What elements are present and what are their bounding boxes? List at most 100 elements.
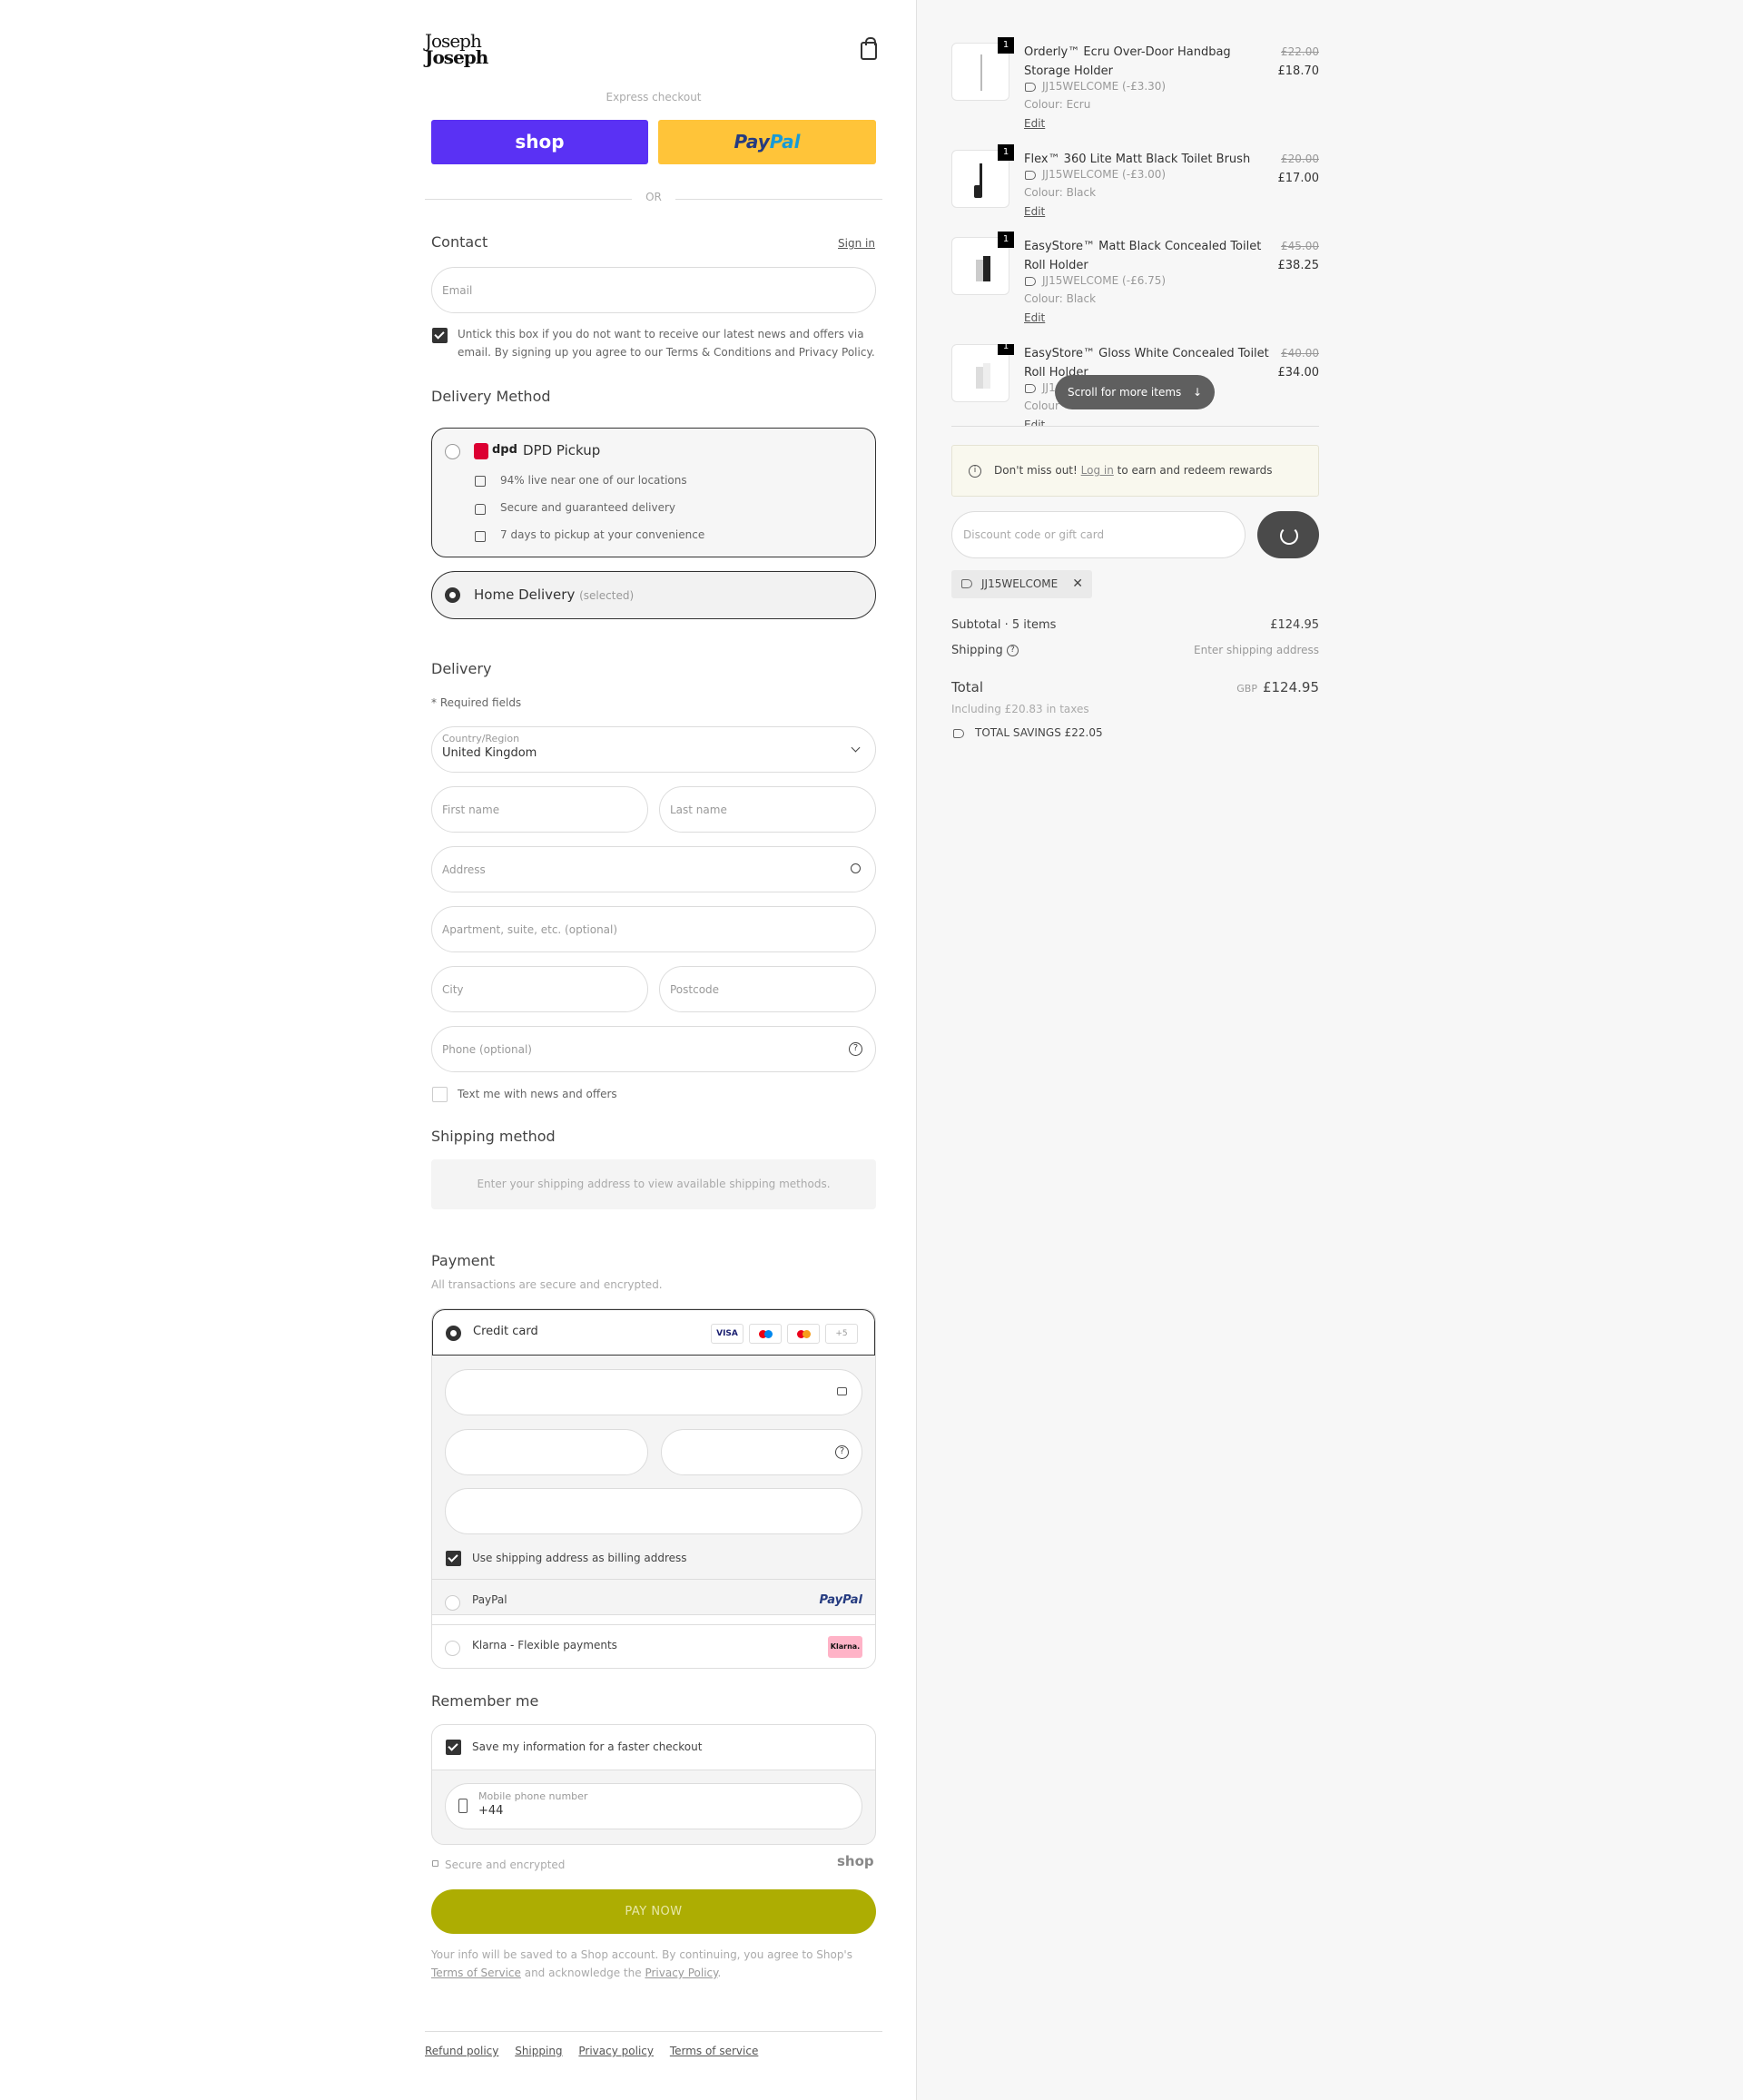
item-price: £40.00 £34.00 [1277,347,1320,380]
paypal-option[interactable]: PayPal PayPal [432,1579,875,1624]
item-colour: Colour: Black [1024,186,1097,199]
country-select[interactable]: Country/Region United Kingdom [431,726,876,773]
visa-icon: VISA [711,1324,743,1344]
card-number-field[interactable] [445,1369,862,1415]
expiry-field[interactable] [445,1429,648,1475]
cart-bag-icon[interactable] [861,37,877,60]
item-price: £45.00 £38.25 [1277,240,1320,272]
terms-of-service-footer-link[interactable]: Terms of service [670,2045,759,2057]
apartment-field[interactable]: Apartment, suite, etc. (optional) [431,906,876,952]
total-savings: TOTAL SAVINGS £22.05 [951,726,1319,739]
klarna-radio[interactable] [445,1641,460,1656]
item-price: £20.00 £17.00 [1277,153,1320,185]
help-icon[interactable]: ? [1006,645,1019,656]
shipping-link[interactable]: Shipping [515,2045,562,2057]
tag-icon [1025,171,1036,180]
refund-policy-link[interactable]: Refund policy [425,2045,498,2057]
city-field[interactable]: City [431,966,648,1012]
klarna-option[interactable]: Klarna - Flexible payments Klarna. [432,1624,875,1668]
delivery-method-heading: Delivery Method [431,388,551,405]
required-note: * Required fields [431,696,522,709]
mastercard-icon [787,1324,820,1344]
marketing-checkbox[interactable] [432,328,448,343]
legal-text: Your info will be saved to a Shop accoun… [431,1948,852,1979]
edit-item-link[interactable]: Edit [1024,205,1045,218]
quantity-badge: 1 [998,232,1014,248]
item-colour: Colour: Black [1024,292,1097,305]
edit-item-link[interactable]: Edit [1024,117,1045,130]
help-icon[interactable]: ? [849,1042,862,1056]
address-field[interactable]: Address [431,846,876,892]
cart-item: 1 EasyStore™ Matt Black Concealed Toilet… [951,232,1320,337]
dpd-pickup-radio[interactable] [445,444,460,459]
save-info-row[interactable]: Save my information for a faster checkou… [432,1725,875,1770]
billing-same-checkbox[interactable] [446,1551,461,1566]
scroll-more-button[interactable]: Scroll for more items ↓ [1055,375,1215,409]
pickup-feature: Secure and guaranteed delivery [500,501,676,514]
lock-icon [837,1387,847,1395]
pay-now-button[interactable]: PAY NOW [431,1889,876,1934]
security-code-field[interactable]: ? [661,1429,862,1475]
payment-heading: Payment [431,1252,496,1269]
shipping-method-info: Enter your shipping address to view avai… [431,1159,876,1209]
discount-code-input[interactable]: Discount code or gift card [951,511,1246,558]
save-info-checkbox[interactable] [446,1740,461,1755]
home-delivery-label: Home Delivery (selected) [474,587,635,603]
remember-me-box: Save my information for a faster checkou… [431,1724,876,1845]
sms-checkbox[interactable] [432,1087,448,1102]
shop-mark: shop [837,1853,874,1869]
product-name: Orderly™ Ecru Over-Door Handbag Storage … [1024,45,1231,78]
marketing-text: Untick this box if you do not want to re… [458,328,875,359]
postcode-field[interactable]: Postcode [659,966,876,1012]
remove-discount-icon[interactable]: ✕ [1072,570,1083,598]
arrow-down-icon: ↓ [1192,386,1202,399]
paypal-express-button[interactable]: PayPal [658,120,876,164]
rewards-login-link[interactable]: Log in [1081,464,1114,477]
or-divider: OR [425,191,882,203]
terms-of-service-link[interactable]: Terms of Service [431,1967,521,1979]
billing-same-label: Use shipping address as billing address [472,1552,687,1564]
mobile-phone-field[interactable]: Mobile phone number +44 [445,1783,862,1829]
credit-card-radio[interactable] [446,1326,461,1341]
help-icon[interactable]: ? [835,1445,849,1459]
total-row: Total GBP £124.95 [951,679,1319,695]
checkout-main: Joseph Joseph Express checkout shop PayPa… [0,0,917,2100]
item-discount: JJ15WELCOME (-£3.00) [1042,168,1167,181]
save-info-label: Save my information for a faster checkou… [472,1740,703,1753]
tag-icon [1025,384,1036,393]
secure-text: Secure and encrypted [445,1858,566,1871]
edit-item-link[interactable]: Edit [1024,419,1045,426]
express-checkout-label: Express checkout [606,91,702,104]
privacy-policy-footer-link[interactable]: Privacy policy [578,2045,654,2057]
paypal-label: PayPal [472,1593,507,1606]
brand-logo[interactable]: Joseph Joseph [425,32,488,66]
cart-divider [951,426,1319,427]
dpd-pickup-option[interactable]: dpd DPD Pickup 94% live near one of our … [431,428,876,557]
contact-heading: Contact [431,233,488,251]
info-icon: i [969,465,981,478]
paypal-logo: PayPal [819,1593,862,1607]
credit-card-option[interactable]: Credit card VISA +5 [432,1309,875,1356]
apply-discount-button[interactable] [1257,511,1319,558]
cart-item: 1 Orderly™ Ecru Over-Door Handbag Storag… [951,37,1319,143]
maestro-icon [749,1324,782,1344]
rewards-banner: i Don't miss out! Log in to earn and red… [951,445,1319,497]
tag-icon [961,579,972,588]
home-delivery-option[interactable]: Home Delivery (selected) [431,571,876,619]
name-on-card-field[interactable] [445,1488,862,1534]
email-field[interactable]: Email [431,267,876,313]
paypal-radio[interactable] [445,1595,460,1611]
privacy-policy-link[interactable]: Privacy Policy [645,1967,717,1979]
first-name-field[interactable]: First name [431,786,648,833]
taxes-note: Including £20.83 in taxes [951,703,1089,715]
last-name-field[interactable]: Last name [659,786,876,833]
edit-item-link[interactable]: Edit [1024,311,1045,324]
shop-pay-button[interactable]: shop [431,120,648,164]
payment-options: Credit card VISA +5 ? Use shipping addre… [431,1308,876,1669]
more-cards-badge: +5 [825,1324,858,1344]
phone-field[interactable]: Phone (optional) ? [431,1026,876,1072]
sign-in-link[interactable]: Sign in [838,237,875,250]
item-colour: Colour [1024,399,1059,412]
shipping-row: Shipping ? Enter shipping address [951,644,1319,657]
home-delivery-radio[interactable] [445,587,460,603]
